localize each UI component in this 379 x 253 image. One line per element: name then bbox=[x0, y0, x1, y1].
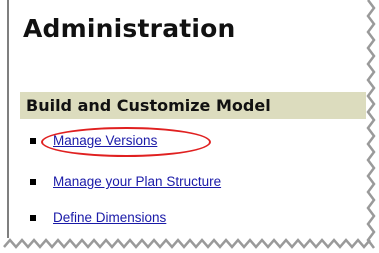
torn-edge-bottom bbox=[3, 238, 371, 249]
torn-edge-decoration bbox=[3, 0, 376, 249]
torn-edge-right bbox=[366, 0, 376, 249]
administration-panel: Administration Build and Customize Model… bbox=[0, 0, 379, 253]
